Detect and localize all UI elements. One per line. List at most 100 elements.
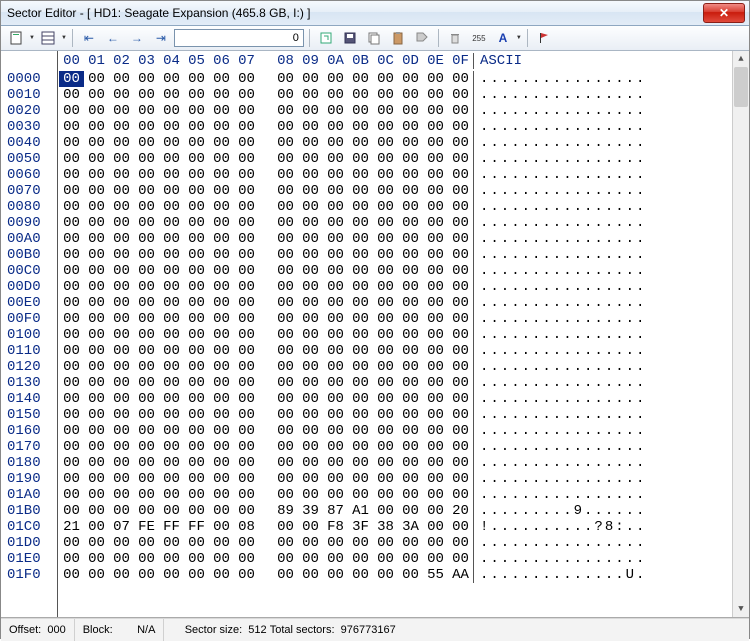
sector-input[interactable]: [174, 29, 304, 47]
hex-byte[interactable]: 00: [423, 279, 448, 295]
row-bytes[interactable]: 00000000000000000000000000000000: [59, 199, 473, 215]
hex-byte[interactable]: 00: [159, 295, 184, 311]
hex-byte[interactable]: 00: [448, 439, 473, 455]
hex-byte[interactable]: 00: [109, 391, 134, 407]
hex-byte[interactable]: 00: [398, 535, 423, 551]
hex-byte[interactable]: 00: [273, 487, 298, 503]
hex-byte[interactable]: 00: [134, 455, 159, 471]
hex-byte[interactable]: 00: [423, 439, 448, 455]
hex-byte[interactable]: 00: [373, 167, 398, 183]
last-button[interactable]: ⇥: [150, 28, 172, 48]
hex-byte[interactable]: 00: [234, 503, 259, 519]
hex-byte[interactable]: 00: [184, 263, 209, 279]
hex-byte[interactable]: 00: [134, 87, 159, 103]
hex-row[interactable]: 003000000000000000000000000000000000....…: [1, 119, 749, 135]
tag-button[interactable]: [411, 28, 433, 48]
hex-byte[interactable]: 00: [59, 487, 84, 503]
hex-byte[interactable]: 00: [109, 503, 134, 519]
hex-byte[interactable]: 00: [209, 311, 234, 327]
hex-byte[interactable]: F8: [323, 519, 348, 535]
row-ascii[interactable]: ................: [473, 103, 646, 119]
hex-row[interactable]: 001000000000000000000000000000000000....…: [1, 87, 749, 103]
hex-byte[interactable]: 00: [59, 295, 84, 311]
row-ascii[interactable]: ................: [473, 391, 646, 407]
hex-byte[interactable]: 00: [398, 151, 423, 167]
hex-byte[interactable]: 00: [134, 471, 159, 487]
row-ascii[interactable]: !..........?8:..: [473, 519, 646, 535]
hex-byte[interactable]: 00: [298, 167, 323, 183]
hex-byte[interactable]: 00: [273, 263, 298, 279]
hex-byte[interactable]: 00: [448, 279, 473, 295]
hex-byte[interactable]: 00: [423, 519, 448, 535]
hex-byte[interactable]: 00: [373, 407, 398, 423]
hex-byte[interactable]: 00: [209, 407, 234, 423]
hex-byte[interactable]: 00: [423, 343, 448, 359]
hex-byte[interactable]: 00: [184, 503, 209, 519]
hex-byte[interactable]: 00: [273, 295, 298, 311]
hex-byte[interactable]: 00: [134, 247, 159, 263]
hex-byte[interactable]: 00: [159, 551, 184, 567]
hex-byte[interactable]: 00: [348, 471, 373, 487]
hex-byte[interactable]: 00: [184, 327, 209, 343]
hex-byte[interactable]: 00: [373, 503, 398, 519]
hex-byte[interactable]: 00: [398, 311, 423, 327]
hex-byte[interactable]: 00: [273, 359, 298, 375]
hex-byte[interactable]: 00: [234, 359, 259, 375]
hex-byte[interactable]: 00: [59, 279, 84, 295]
hex-row[interactable]: 01F0000000000000000000000000000055AA....…: [1, 567, 749, 583]
hex-row[interactable]: 00E000000000000000000000000000000000....…: [1, 295, 749, 311]
hex-byte[interactable]: 00: [348, 295, 373, 311]
hex-row[interactable]: 015000000000000000000000000000000000....…: [1, 407, 749, 423]
hex-row[interactable]: 01A000000000000000000000000000000000....…: [1, 487, 749, 503]
hex-byte[interactable]: 00: [209, 327, 234, 343]
hex-byte[interactable]: AA: [448, 567, 473, 583]
hex-byte[interactable]: 00: [59, 567, 84, 583]
hex-byte[interactable]: 00: [423, 215, 448, 231]
hex-byte[interactable]: 00: [273, 391, 298, 407]
hex-byte[interactable]: 00: [134, 279, 159, 295]
hex-byte[interactable]: 00: [109, 535, 134, 551]
hex-row[interactable]: 009000000000000000000000000000000000....…: [1, 215, 749, 231]
hex-byte[interactable]: 00: [373, 199, 398, 215]
hex-byte[interactable]: 00: [398, 487, 423, 503]
hex-byte[interactable]: 00: [109, 247, 134, 263]
hex-byte[interactable]: 00: [184, 183, 209, 199]
save-button[interactable]: [339, 28, 361, 48]
hex-byte[interactable]: 00: [423, 135, 448, 151]
hex-byte[interactable]: 00: [298, 487, 323, 503]
hex-byte[interactable]: 00: [209, 359, 234, 375]
hex-byte[interactable]: 00: [298, 343, 323, 359]
hex-byte[interactable]: 00: [298, 295, 323, 311]
row-ascii[interactable]: ................: [473, 199, 646, 215]
hex-byte[interactable]: 00: [159, 247, 184, 263]
hex-byte[interactable]: 00: [298, 407, 323, 423]
hex-byte[interactable]: 00: [134, 199, 159, 215]
row-bytes[interactable]: 00000000000000000000000000000000: [59, 359, 473, 375]
hex-byte[interactable]: 00: [109, 183, 134, 199]
hex-byte[interactable]: 00: [398, 71, 423, 87]
hex-byte[interactable]: 00: [448, 263, 473, 279]
hex-byte[interactable]: 00: [373, 71, 398, 87]
row-bytes[interactable]: 00000000000000000000000000000000: [59, 551, 473, 567]
hex-byte[interactable]: 00: [159, 167, 184, 183]
hex-byte[interactable]: 00: [134, 343, 159, 359]
hex-byte[interactable]: 00: [423, 263, 448, 279]
row-ascii[interactable]: ................: [473, 279, 646, 295]
hex-byte[interactable]: 00: [209, 391, 234, 407]
hex-byte[interactable]: 00: [298, 551, 323, 567]
scroll-thumb[interactable]: [734, 67, 748, 107]
hex-byte[interactable]: 00: [59, 151, 84, 167]
hex-row[interactable]: 012000000000000000000000000000000000....…: [1, 359, 749, 375]
hex-byte[interactable]: 00: [234, 391, 259, 407]
hex-byte[interactable]: 00: [373, 471, 398, 487]
hex-byte[interactable]: 00: [323, 439, 348, 455]
hex-byte[interactable]: 00: [298, 71, 323, 87]
hex-byte[interactable]: 00: [373, 391, 398, 407]
hex-byte[interactable]: 00: [423, 71, 448, 87]
row-ascii[interactable]: ................: [473, 359, 646, 375]
hex-byte[interactable]: 00: [59, 247, 84, 263]
hex-byte[interactable]: 00: [273, 519, 298, 535]
hex-byte[interactable]: 00: [84, 551, 109, 567]
hex-byte[interactable]: 00: [398, 455, 423, 471]
hex-byte[interactable]: 38: [373, 519, 398, 535]
